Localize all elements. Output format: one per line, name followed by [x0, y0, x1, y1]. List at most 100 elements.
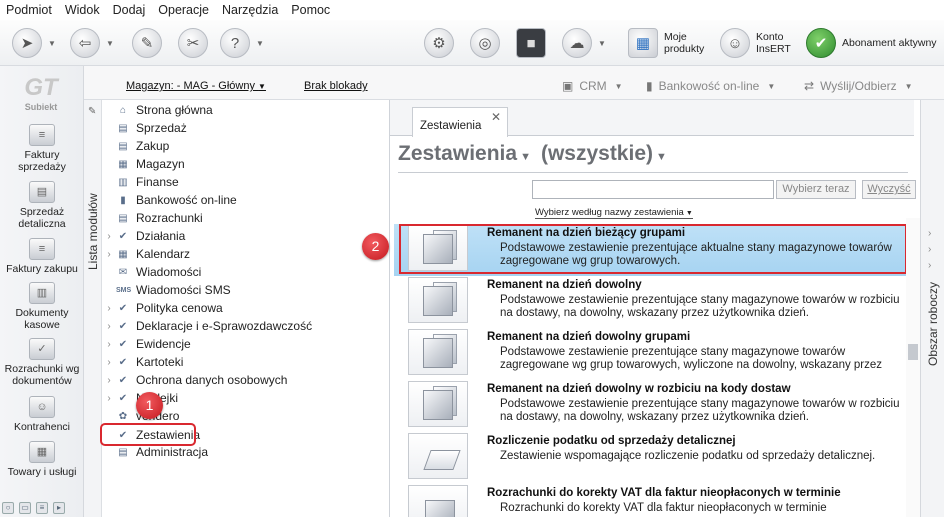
menu-narzedzia[interactable]: Narzędzia [222, 3, 278, 17]
package-button[interactable]: ■ [516, 27, 546, 59]
help-icon: ? [220, 28, 250, 58]
scrollbar-thumb[interactable] [908, 344, 918, 360]
report-description: Zestawienie wspomagające rozliczenie pod… [500, 450, 876, 462]
chevron-right-icon[interactable]: › [102, 249, 116, 260]
lock-status-link[interactable]: Brak blokady [304, 80, 368, 92]
report-item[interactable]: Rozliczenie podatku od sprzedaży detalic… [394, 432, 906, 484]
register-icon: ▤ [29, 181, 55, 203]
activity-button[interactable]: ⚙ [424, 27, 454, 59]
records-icon: ✔ [118, 338, 128, 350]
filter-label[interactable]: (wszystkie) [541, 142, 653, 166]
module-item[interactable]: ▤ Rozrachunki [102, 209, 202, 227]
products-icon: ▦ [628, 28, 658, 58]
chevron-right-icon[interactable]: › [102, 375, 116, 386]
report-item[interactable]: Remanent na dzień dowolny Podstawowe zes… [394, 276, 906, 328]
sidebar-item-sprzedaz-detaliczna[interactable]: ▤ Sprzedaż detaliczna [0, 181, 84, 230]
view-config-icon[interactable]: ▸ [53, 502, 65, 514]
sidebar-item-faktury-sprzedazy[interactable]: ≡ Faktury sprzedaży [0, 124, 84, 173]
sales-icon: ▤ [118, 122, 128, 134]
module-item[interactable]: ▦ Magazyn [102, 155, 184, 173]
menu-dodaj[interactable]: Dodaj [113, 3, 146, 17]
title-label[interactable]: Zestawienia [398, 142, 517, 166]
view-list-icon[interactable]: ≡ [36, 502, 48, 514]
module-item[interactable]: › ✔ Ochrona danych osobowych [102, 371, 287, 389]
subscription-button[interactable]: ✔ Abonament aktywny [806, 27, 937, 59]
pin-icon[interactable]: ✎ [88, 106, 96, 117]
report-description: Podstawowe zestawienie prezentujące stan… [500, 294, 900, 319]
stamp-button[interactable]: ✂ [178, 27, 208, 59]
my-products-button[interactable]: ▦ Moje produkty [628, 27, 708, 59]
menu-pomoc[interactable]: Pomoc [291, 3, 330, 17]
module-item[interactable]: › ✔ Deklaracje i e-Sprawozdawczość [102, 317, 312, 335]
price-icon: ✔ [118, 302, 128, 314]
chevron-right-icon[interactable]: › [102, 303, 116, 314]
tab-zestawienia[interactable]: Zestawienia ✕ [412, 107, 508, 137]
sidebar-item-kontrahenci[interactable]: ☺ Kontrahenci [0, 396, 84, 433]
send-button[interactable]: ➤ ▼ [12, 27, 56, 59]
menu-podmiot[interactable]: Podmiot [6, 3, 52, 17]
module-item[interactable]: ▤ Zakup [102, 137, 169, 155]
sidebar-item-towary[interactable]: ▦ Towary i usługi [0, 441, 84, 478]
banking-label: Bankowość on-line [658, 79, 760, 93]
chevron-right-icon[interactable]: › [102, 231, 116, 242]
warehouse-selector[interactable]: Magazyn: - MAG - Główny ▼ [126, 80, 266, 92]
search-input[interactable] [532, 180, 774, 199]
module-item[interactable]: ⌂ Strona główna [102, 101, 213, 119]
chevron-right-icon[interactable]: › [928, 244, 931, 255]
account-button[interactable]: ☺ Konto InsERT [720, 27, 796, 59]
web-button[interactable]: ◎ [470, 27, 500, 59]
report-item[interactable]: Remanent na dzień dowolny grupami Podsta… [394, 328, 906, 380]
documents-button[interactable]: ✎ [132, 27, 162, 59]
module-label: Ewidencje [136, 337, 191, 351]
privacy-icon: ✔ [118, 374, 128, 386]
vertical-scrollbar[interactable] [906, 218, 920, 517]
chevron-down-icon[interactable]: ▼ [520, 151, 531, 163]
select-now-button[interactable]: Wybierz teraz [776, 180, 856, 199]
actions-icon: ✔ [118, 230, 128, 242]
crm-button[interactable]: ▣ CRM ▼ [562, 79, 623, 93]
module-list-label: Lista modułów [86, 193, 100, 270]
module-item[interactable]: ✉ Wiadomości [102, 263, 202, 281]
view-pane-icon[interactable]: ▭ [19, 502, 31, 514]
close-icon[interactable]: ✕ [491, 110, 501, 124]
module-item[interactable]: ▥ Finanse [102, 173, 178, 191]
module-item[interactable]: ▤ Sprzedaż [102, 119, 186, 137]
view-small-icon[interactable]: ○ [2, 502, 14, 514]
chevron-down-icon[interactable]: ▼ [656, 151, 667, 163]
report-item[interactable]: Rozrachunki do korekty VAT dla faktur ni… [394, 484, 906, 517]
module-item[interactable]: › ✔ Kartoteki [102, 353, 183, 371]
module-label: Wiadomości [136, 265, 202, 279]
sidebar-item-dokumenty-kasowe[interactable]: ▥ Dokumenty kasowe [0, 282, 84, 331]
menu-widok[interactable]: Widok [65, 3, 100, 17]
receive-button[interactable]: ⇦ ▼ [70, 27, 114, 59]
sidebar-item-faktury-zakupu[interactable]: ≡ Faktury zakupu [0, 238, 84, 275]
chevron-right-icon[interactable]: › [102, 321, 116, 332]
module-item[interactable]: › ✔ Działania [102, 227, 185, 245]
chevron-down-icon: ▼ [767, 81, 776, 91]
sort-selector[interactable]: Wybierz według nazwy zestawienia ▼ [535, 207, 693, 219]
help-button[interactable]: ? ▼ [220, 27, 264, 59]
module-item[interactable]: › ✔ Polityka cenowa [102, 299, 222, 317]
chevron-right-icon[interactable]: › [928, 228, 931, 239]
report-item[interactable]: Remanent na dzień dowolny w rozbiciu na … [394, 380, 906, 432]
cloud-button[interactable]: ☁ ▼ [562, 27, 606, 59]
banking-button[interactable]: ▮ Bankowość on-line ▼ [646, 79, 775, 93]
report-icon [408, 329, 468, 375]
cube-icon: ■ [516, 28, 546, 58]
module-item[interactable]: SMS Wiadomości SMS [102, 281, 231, 299]
chevron-down-icon: ▼ [256, 38, 264, 48]
chevron-right-icon[interactable]: › [102, 339, 116, 350]
module-item[interactable]: › ✔ Ewidencje [102, 335, 191, 353]
menu-operacje[interactable]: Operacje [158, 3, 209, 17]
send-receive-button[interactable]: ⇄ Wyślij/Odbierz ▼ [804, 79, 913, 93]
sidebar-item-rozrachunki[interactable]: ✓ Rozrachunki wg dokumentów [0, 338, 84, 387]
chevron-right-icon[interactable]: › [102, 357, 116, 368]
printer-icon [408, 485, 468, 517]
chevron-right-icon[interactable]: › [102, 393, 116, 404]
crm-label: CRM [579, 79, 607, 93]
message-icon: ✉ [118, 266, 128, 278]
report-title: Remanent na dzień dowolny grupami [487, 331, 691, 343]
module-item[interactable]: › ▦ Kalendarz [102, 245, 190, 263]
clear-button[interactable]: Wyczyść [862, 180, 916, 199]
module-item[interactable]: ▮ Bankowość on-line [102, 191, 237, 209]
